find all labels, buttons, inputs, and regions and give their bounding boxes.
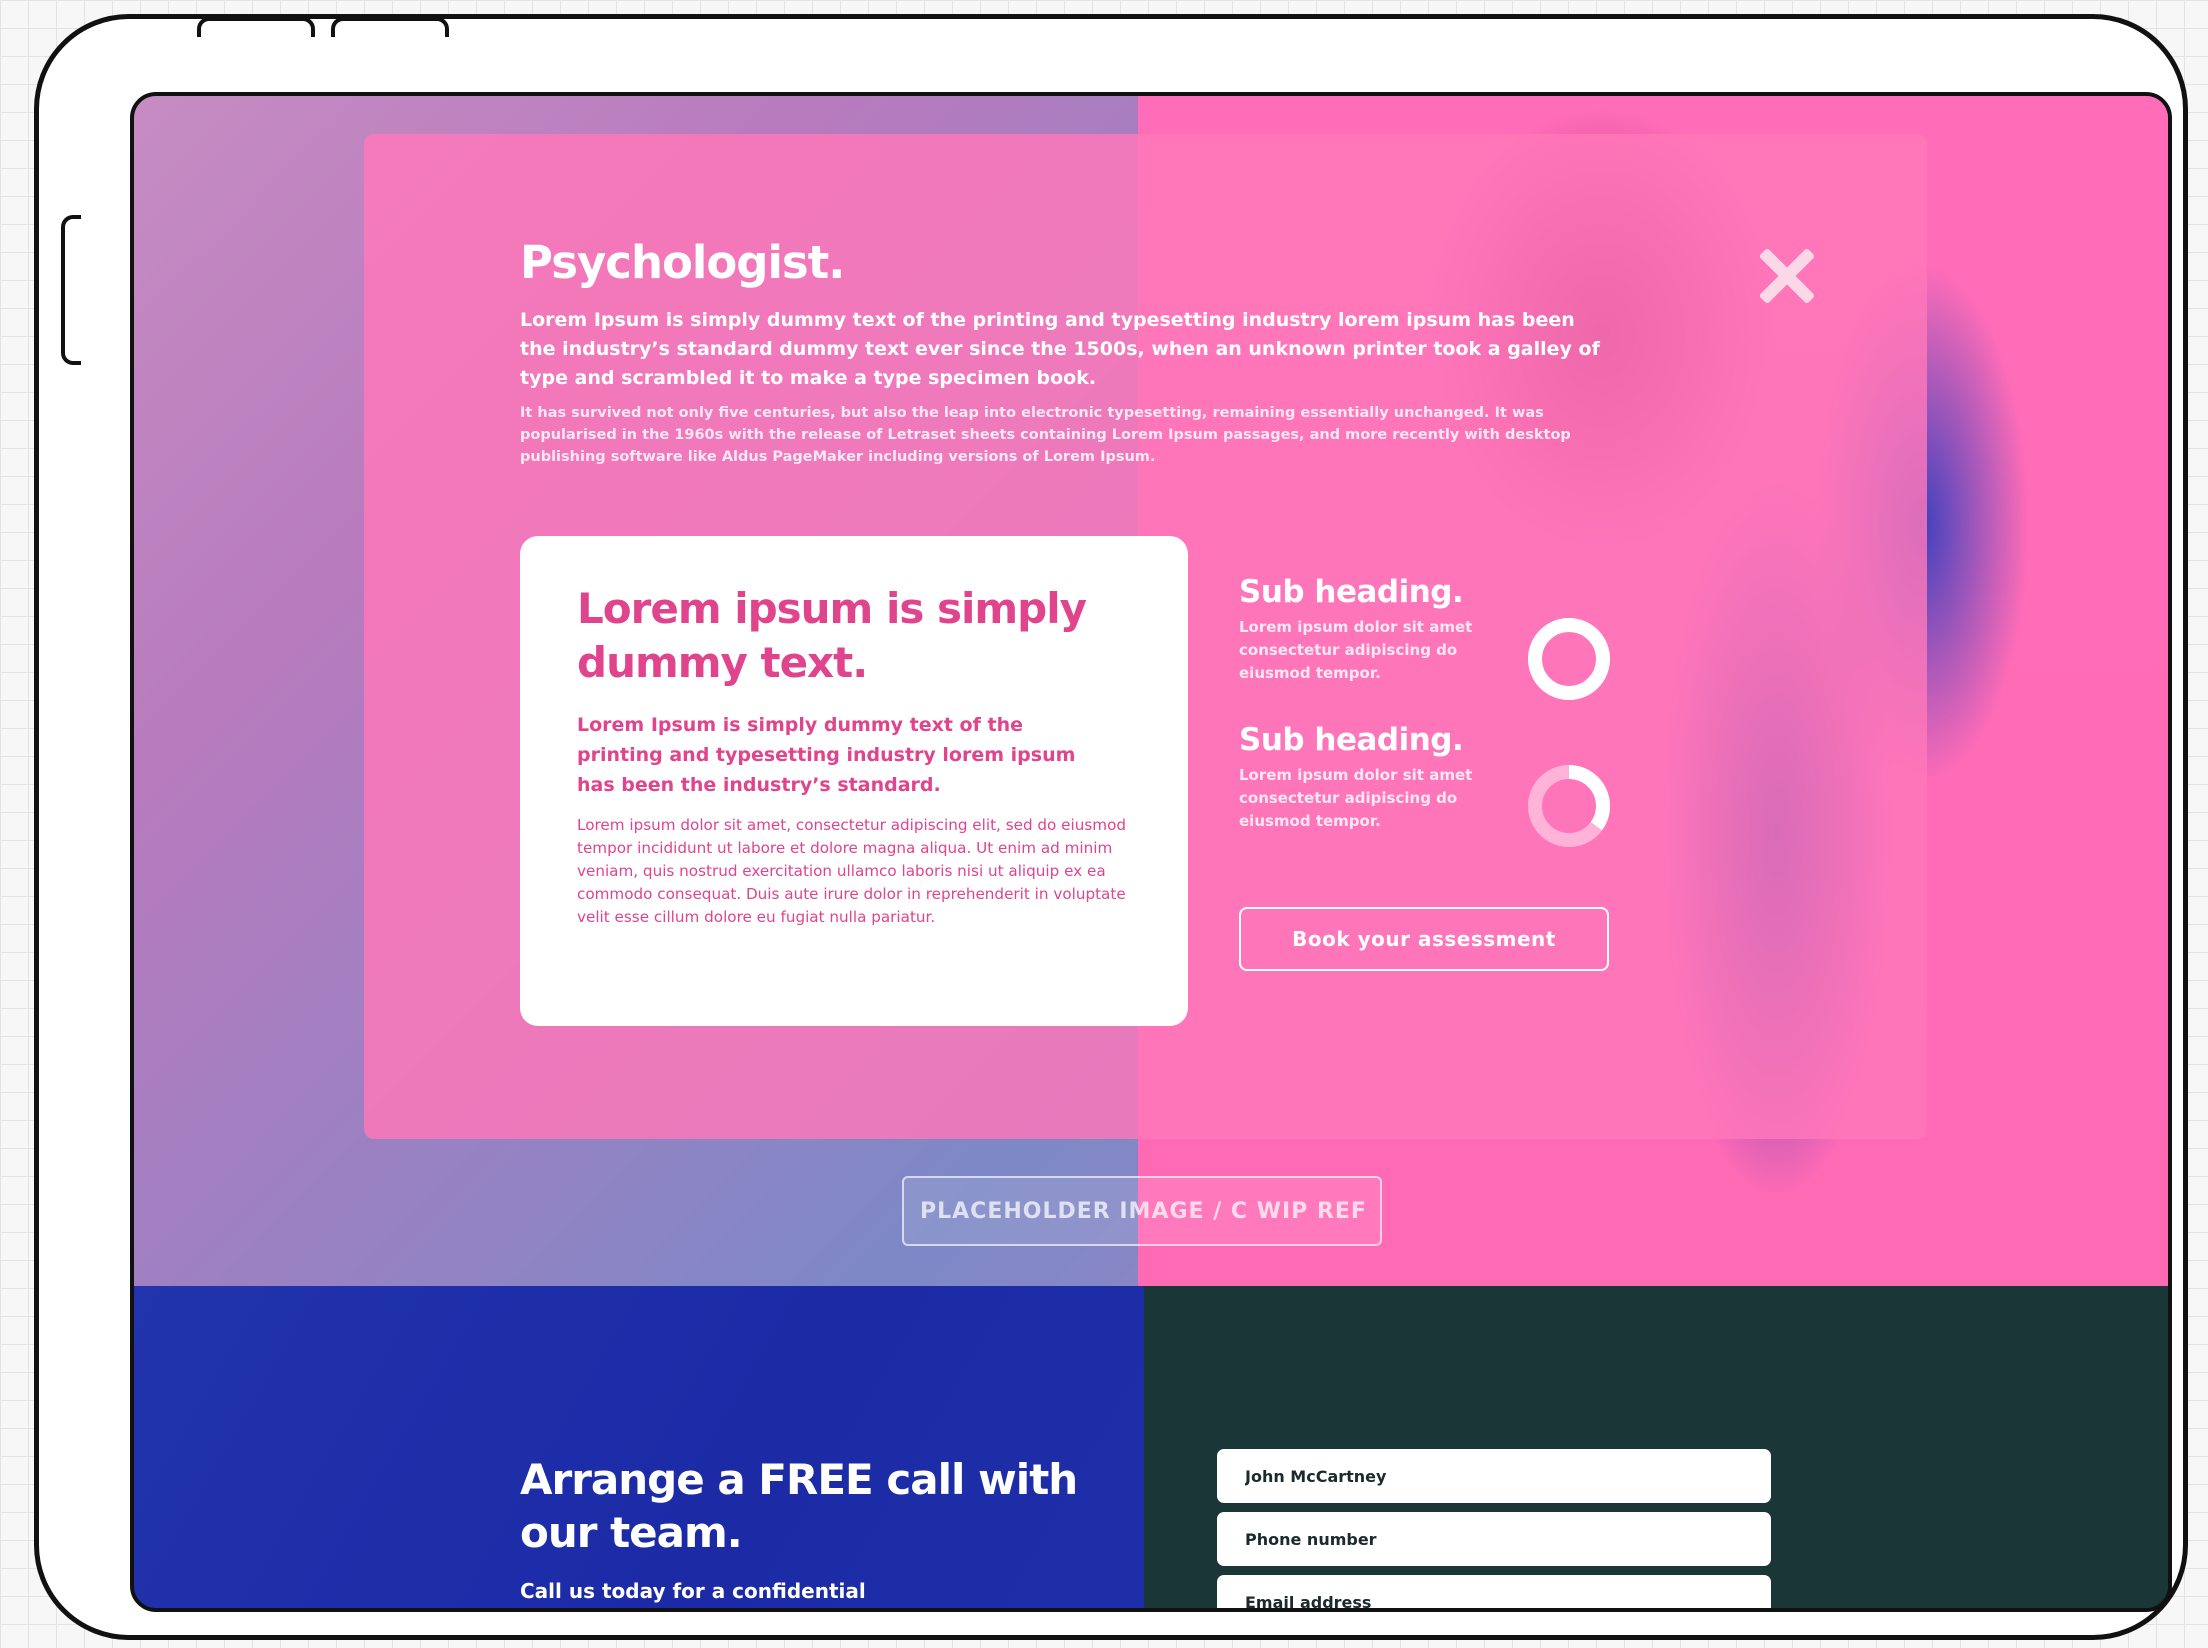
placeholder-label: PLACEHOLDER IMAGE / C WIP REF [902,1176,1382,1246]
ring-fill [1528,618,1610,700]
subsection-1: Sub heading. Lorem ipsum dolor sit amet … [1239,574,1529,685]
subsection-2: Sub heading. Lorem ipsum dolor sit amet … [1239,722,1529,833]
screen: Psychologist. Lorem Ipsum is simply dumm… [130,92,2172,1612]
info-card: Lorem ipsum is simply dummy text. Lorem … [520,536,1188,1026]
close-icon[interactable] [1755,244,1819,308]
tablet-frame: Psychologist. Lorem Ipsum is simply dumm… [34,14,2188,1640]
volume-button [197,17,315,37]
sub-heading: Sub heading. [1239,574,1464,610]
phone-field[interactable] [1217,1512,1771,1566]
sub-text: Lorem ipsum dolor sit amet consectetur a… [1239,618,1473,682]
email-field[interactable] [1217,1575,1771,1608]
progress-ring-icon [1528,765,1610,847]
callout-section [134,1286,1144,1608]
power-button [331,17,449,37]
card-lead: Lorem Ipsum is simply dummy text of the … [577,714,1076,796]
progress-ring-icon [1528,618,1610,700]
card-body: Lorem ipsum dolor sit amet, consectetur … [577,816,1127,926]
side-button [61,215,81,365]
modal-lead: Lorem Ipsum is simply dummy text of the … [520,309,1600,389]
name-field[interactable] [1217,1449,1771,1503]
modal-body: It has survived not only five centuries,… [520,405,1571,465]
hero-section: Psychologist. Lorem Ipsum is simply dumm… [134,96,2168,1286]
callout-subtext: Call us today for a confidential [520,1579,866,1603]
sub-heading: Sub heading. [1239,722,1464,758]
modal-title: Psychologist. [520,236,845,289]
card-title: Lorem ipsum is simply dummy text. [577,584,1087,687]
book-assessment-button[interactable]: Book your assessment [1239,907,1609,971]
sub-text: Lorem ipsum dolor sit amet consectetur a… [1239,766,1473,830]
callout-heading: Arrange a FREE call with our team. [520,1455,1078,1557]
